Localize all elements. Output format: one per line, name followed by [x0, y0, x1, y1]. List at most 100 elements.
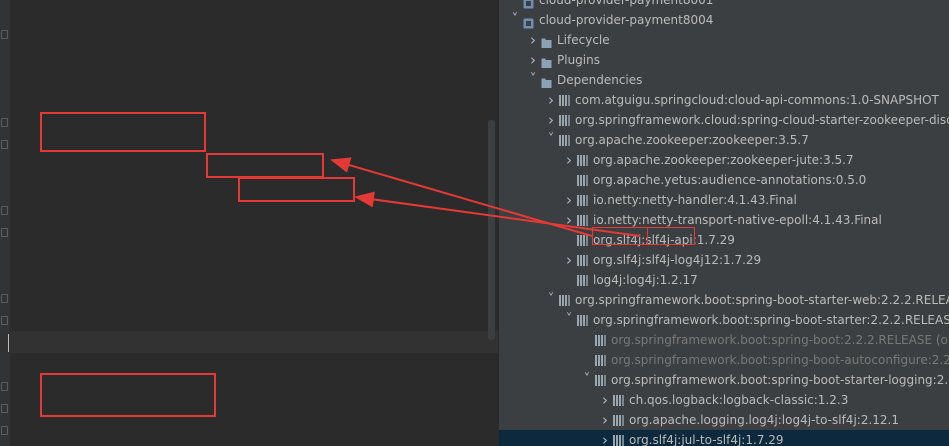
- library-icon: [577, 155, 588, 166]
- fold-marker-icon[interactable]: [1, 228, 8, 237]
- dependency-label: org.slf4j:slf4j-api:1.7.29: [593, 233, 735, 247]
- dependency-label: org.springframework.boot:spring-boot-sta…: [575, 293, 949, 307]
- fold-marker-icon[interactable]: [1, 118, 8, 127]
- library-icon: [559, 95, 570, 106]
- library-icon: [577, 175, 588, 186]
- fold-marker-icon[interactable]: [1, 404, 8, 413]
- dependency-tree-node[interactable]: org.springframework.boot:spring-boot:2.2…: [499, 330, 949, 350]
- library-icon: [613, 435, 624, 446]
- library-icon: [595, 335, 606, 346]
- dependency-label: org.slf4j:jul-to-slf4j:1.7.29: [629, 433, 784, 446]
- library-icon: [613, 415, 624, 426]
- dependency-tree-node[interactable]: › org.slf4j:slf4j-log4j12:1.7.29: [499, 250, 949, 270]
- library-icon: [577, 235, 588, 246]
- chevron-right-icon[interactable]: ›: [599, 390, 611, 410]
- dependency-tree-node[interactable]: log4j:log4j:1.2.17: [499, 270, 949, 290]
- dependency-label: com.atguigu.springcloud:cloud-api-common…: [575, 93, 939, 107]
- dependency-tree-node[interactable]: ˅ org.springframework.boot:spring-boot-st…: [499, 290, 949, 310]
- library-icon: [559, 115, 570, 126]
- library-icon: [613, 395, 624, 406]
- chevron-down-icon[interactable]: ˅: [509, 10, 521, 30]
- chevron-right-icon[interactable]: ›: [563, 250, 575, 270]
- dependency-label: io.netty:netty-handler:4.1.43.Final: [593, 193, 797, 207]
- dependency-label: Dependencies: [557, 73, 643, 87]
- maven-dependency-tree[interactable]: cloud-provider-payment8001 ˅ cloud-provide…: [498, 0, 949, 446]
- dependency-tree-node[interactable]: org.slf4j:slf4j-api:1.7.29: [499, 230, 949, 250]
- chevron-right-icon[interactable]: ›: [599, 430, 611, 446]
- dependency-tree-node[interactable]: › io.netty:netty-transport-native-epoll:4…: [499, 210, 949, 230]
- code-line[interactable]: [0, 331, 498, 353]
- folder-icon: [541, 55, 552, 68]
- chevron-right-icon[interactable]: ›: [527, 50, 539, 70]
- dependency-tree-node[interactable]: › org.springframework.cloud:spring-cloud-…: [499, 110, 949, 130]
- chevron-right-icon[interactable]: ›: [527, 30, 539, 50]
- library-icon: [577, 255, 588, 266]
- fold-marker-icon[interactable]: [1, 382, 8, 391]
- dependency-label: Plugins: [557, 53, 600, 67]
- chevron-down-icon[interactable]: ˅: [545, 290, 557, 310]
- fold-marker-icon[interactable]: [1, 30, 8, 39]
- library-icon: [577, 195, 588, 206]
- dependency-label: org.apache.zookeeper:zookeeper:3.5.7: [575, 133, 809, 147]
- fold-marker-icon[interactable]: [1, 316, 8, 325]
- fold-marker-icon[interactable]: [1, 426, 8, 435]
- text-caret: [8, 333, 9, 352]
- chevron-right-icon[interactable]: ›: [545, 110, 557, 130]
- dependency-label: org.springframework.boot:spring-boot-aut…: [611, 353, 949, 367]
- dependency-tree-node[interactable]: org.springframework.boot:spring-boot-aut…: [499, 350, 949, 370]
- dependency-tree-node[interactable]: ˅ Dependencies: [499, 70, 949, 90]
- dependency-tree-node[interactable]: ˅ cloud-provider-payment8004: [499, 10, 949, 30]
- dependency-tree-node[interactable]: › org.apache.zookeeper:zookeeper-jute:3.5…: [499, 150, 949, 170]
- editor-gutter: [0, 0, 10, 446]
- dependency-label: org.springframework.boot:spring-boot:2.2…: [611, 333, 949, 347]
- dependency-tree-node[interactable]: › org.apache.logging.log4j:log4j-to-slf4j…: [499, 410, 949, 430]
- maven-module-icon: [523, 0, 534, 9]
- library-icon: [559, 295, 570, 306]
- fold-marker-icon[interactable]: [1, 294, 8, 303]
- dependency-tree-node[interactable]: ˅ org.apache.zookeeper:zookeeper:3.5.7: [499, 130, 949, 150]
- pom-xml-editor[interactable]: [0, 0, 498, 446]
- dependency-label: org.springframework.cloud:spring-cloud-s…: [575, 113, 949, 127]
- library-icon: [577, 215, 588, 226]
- dependency-tree-node[interactable]: › ch.qos.logback:logback-classic:1.2.3: [499, 390, 949, 410]
- chevron-down-icon[interactable]: ˅: [527, 70, 539, 90]
- fold-marker-icon[interactable]: [1, 140, 8, 149]
- chevron-right-icon[interactable]: ›: [563, 190, 575, 210]
- dependency-label: org.apache.yetus:audience-annotations:0.…: [593, 173, 867, 187]
- dependency-tree-node[interactable]: › Lifecycle: [499, 30, 949, 50]
- chevron-right-icon[interactable]: ›: [563, 150, 575, 170]
- dependency-tree-node[interactable]: › com.atguigu.springcloud:cloud-api-commo…: [499, 90, 949, 110]
- folder-icon: [541, 35, 552, 48]
- folder-icon: [541, 75, 552, 88]
- library-icon: [577, 315, 588, 326]
- dependency-label: log4j:log4j:1.2.17: [593, 273, 698, 287]
- library-icon: [595, 375, 606, 386]
- dependency-label: org.springframework.boot:spring-boot-sta…: [593, 313, 949, 327]
- dependency-tree-node[interactable]: › Plugins: [499, 50, 949, 70]
- dependency-tree-node[interactable]: › io.netty:netty-handler:4.1.43.Final: [499, 190, 949, 210]
- dependency-label: io.netty:netty-transport-native-epoll:4.…: [593, 213, 882, 227]
- dependency-label: org.slf4j:slf4j-log4j12:1.7.29: [593, 253, 762, 267]
- dependency-tree-node[interactable]: cloud-provider-payment8001: [499, 0, 949, 10]
- dependency-tree-node[interactable]: ˅ org.springframework.boot:spring-boot-st…: [499, 370, 949, 390]
- fold-marker-icon[interactable]: [1, 206, 8, 215]
- dependency-label: Lifecycle: [557, 33, 610, 47]
- chevron-down-icon[interactable]: ˅: [563, 310, 575, 330]
- dependency-tree-node[interactable]: ˅ org.springframework.boot:spring-boot-st…: [499, 310, 949, 330]
- dependency-tree-node[interactable]: org.apache.yetus:audience-annotations:0.…: [499, 170, 949, 190]
- dependency-label: org.apache.zookeeper:zookeeper-jute:3.5.…: [593, 153, 854, 167]
- dependency-label: cloud-provider-payment8001: [539, 0, 714, 7]
- maven-module-icon: [523, 15, 534, 29]
- library-icon: [595, 355, 606, 366]
- dependency-tree-node[interactable]: › org.slf4j:jul-to-slf4j:1.7.29: [499, 430, 949, 446]
- chevron-down-icon[interactable]: ˅: [545, 130, 557, 150]
- dependency-label: org.springframework.boot:spring-boot-sta…: [611, 373, 949, 387]
- editor-scrollbar[interactable]: [488, 120, 495, 340]
- library-icon: [577, 275, 588, 286]
- chevron-right-icon[interactable]: ›: [599, 410, 611, 430]
- chevron-right-icon[interactable]: ›: [563, 210, 575, 230]
- chevron-right-icon[interactable]: ›: [545, 90, 557, 110]
- dependency-label: cloud-provider-payment8004: [539, 13, 714, 27]
- dependency-label: ch.qos.logback:logback-classic:1.2.3: [629, 393, 849, 407]
- chevron-down-icon[interactable]: ˅: [581, 370, 593, 390]
